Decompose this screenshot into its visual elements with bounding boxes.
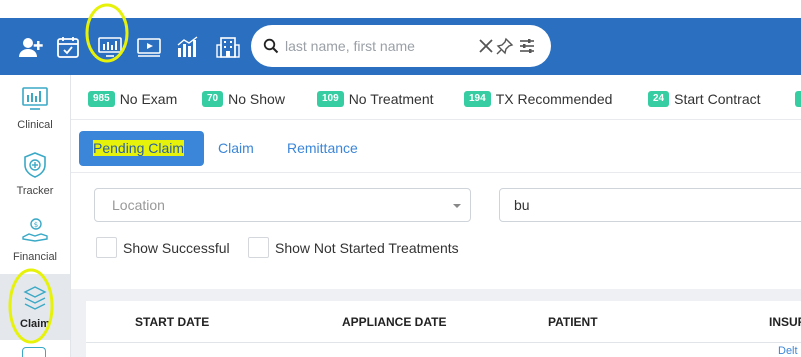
money-hand-icon: $ bbox=[22, 218, 48, 242]
building-icon[interactable] bbox=[215, 35, 241, 59]
checkbox-label: Show Successful bbox=[123, 239, 230, 256]
count-badge: 24 bbox=[648, 91, 670, 107]
count-badge: 109 bbox=[317, 91, 344, 107]
tab-pending-claim[interactable]: Pending Claim bbox=[79, 131, 204, 166]
count-badge: 70 bbox=[202, 91, 224, 107]
count-label: TX Recommended bbox=[495, 91, 613, 107]
sidebar-item-clinical[interactable]: Clinical bbox=[0, 75, 70, 141]
column-header-appliance-date[interactable]: APPLIANCE DATE bbox=[342, 315, 446, 329]
column-header-start-date[interactable]: START DATE bbox=[135, 315, 209, 329]
bar-chart-icon[interactable] bbox=[175, 35, 201, 59]
search-input[interactable] bbox=[285, 34, 475, 58]
top-header bbox=[0, 0, 801, 75]
pin-icon[interactable] bbox=[496, 37, 514, 55]
count-badge-overflow bbox=[795, 91, 801, 107]
table-row[interactable]: Delt bbox=[86, 343, 801, 357]
tab-claim[interactable]: Claim bbox=[204, 131, 268, 166]
count-label: Start Contract bbox=[674, 91, 761, 107]
patient-search bbox=[251, 25, 551, 67]
clear-icon[interactable] bbox=[477, 37, 495, 55]
chevron-down-icon bbox=[453, 204, 461, 208]
status-counts-bar: 985 No Exam 70 No Show 109 No Treatment … bbox=[71, 75, 801, 120]
insurance-cell[interactable]: Delt bbox=[778, 345, 798, 357]
count-start-contract[interactable]: 24 Start Contract bbox=[648, 91, 761, 107]
calendar-check-icon[interactable] bbox=[55, 35, 81, 59]
video-icon[interactable] bbox=[136, 35, 162, 59]
sidebar-item-label: Clinical bbox=[17, 119, 53, 131]
count-label: No Treatment bbox=[348, 91, 434, 107]
table-header: START DATE APPLIANCE DATE PATIENT INSUR bbox=[86, 301, 801, 343]
filter-panel: Location Show Successful Show Not Starte… bbox=[71, 172, 801, 289]
count-no-show[interactable]: 70 No Show bbox=[202, 91, 285, 107]
tab-remittance[interactable]: Remittance bbox=[273, 131, 372, 166]
highlight-annotation bbox=[8, 268, 54, 344]
sidebar-next-item-icon bbox=[22, 347, 46, 357]
show-successful-checkbox[interactable]: Show Successful bbox=[96, 237, 230, 258]
count-no-treatment[interactable]: 109 No Treatment bbox=[317, 91, 434, 107]
column-header-patient[interactable]: PATIENT bbox=[548, 315, 598, 329]
checkbox-box[interactable] bbox=[248, 237, 269, 258]
checkbox-box[interactable] bbox=[96, 237, 117, 258]
monitor-chart-icon bbox=[22, 87, 48, 110]
claim-tabs: Pending Claim Claim Remittance bbox=[71, 120, 801, 172]
count-badge: 194 bbox=[464, 91, 491, 107]
checkbox-label: Show Not Started Treatments bbox=[275, 239, 459, 256]
sidebar-item-label: Financial bbox=[12, 251, 58, 263]
search-icon bbox=[263, 38, 279, 54]
tab-label: Pending Claim bbox=[93, 140, 185, 156]
count-badge: 985 bbox=[88, 91, 115, 107]
sidebar-item-tracker[interactable]: Tracker bbox=[0, 141, 70, 207]
column-header-insurance[interactable]: INSUR bbox=[769, 315, 801, 329]
location-placeholder: Location bbox=[112, 197, 165, 213]
sidebar-item-financial[interactable]: $ Financial bbox=[0, 207, 70, 273]
count-tx-recommended[interactable]: 194 TX Recommended bbox=[464, 91, 612, 107]
count-label: No Exam bbox=[119, 91, 178, 107]
show-not-started-checkbox[interactable]: Show Not Started Treatments bbox=[248, 237, 459, 258]
filter-text-input[interactable] bbox=[499, 188, 801, 222]
count-label: No Show bbox=[228, 91, 285, 107]
filter-sliders-icon[interactable] bbox=[518, 37, 536, 55]
tab-label: Remittance bbox=[287, 140, 358, 156]
add-user-icon[interactable] bbox=[18, 35, 44, 59]
svg-text:$: $ bbox=[34, 221, 38, 229]
tracker-icon bbox=[24, 152, 46, 178]
count-no-exam[interactable]: 985 No Exam bbox=[88, 91, 177, 107]
location-select[interactable]: Location bbox=[94, 188, 471, 222]
sidebar-item-label: Tracker bbox=[16, 185, 54, 197]
claims-table: START DATE APPLIANCE DATE PATIENT INSUR … bbox=[71, 289, 801, 357]
tab-label: Claim bbox=[218, 140, 254, 156]
sidebar: Clinical Tracker $ Financial Claim bbox=[0, 75, 71, 357]
highlight-annotation bbox=[85, 3, 129, 63]
